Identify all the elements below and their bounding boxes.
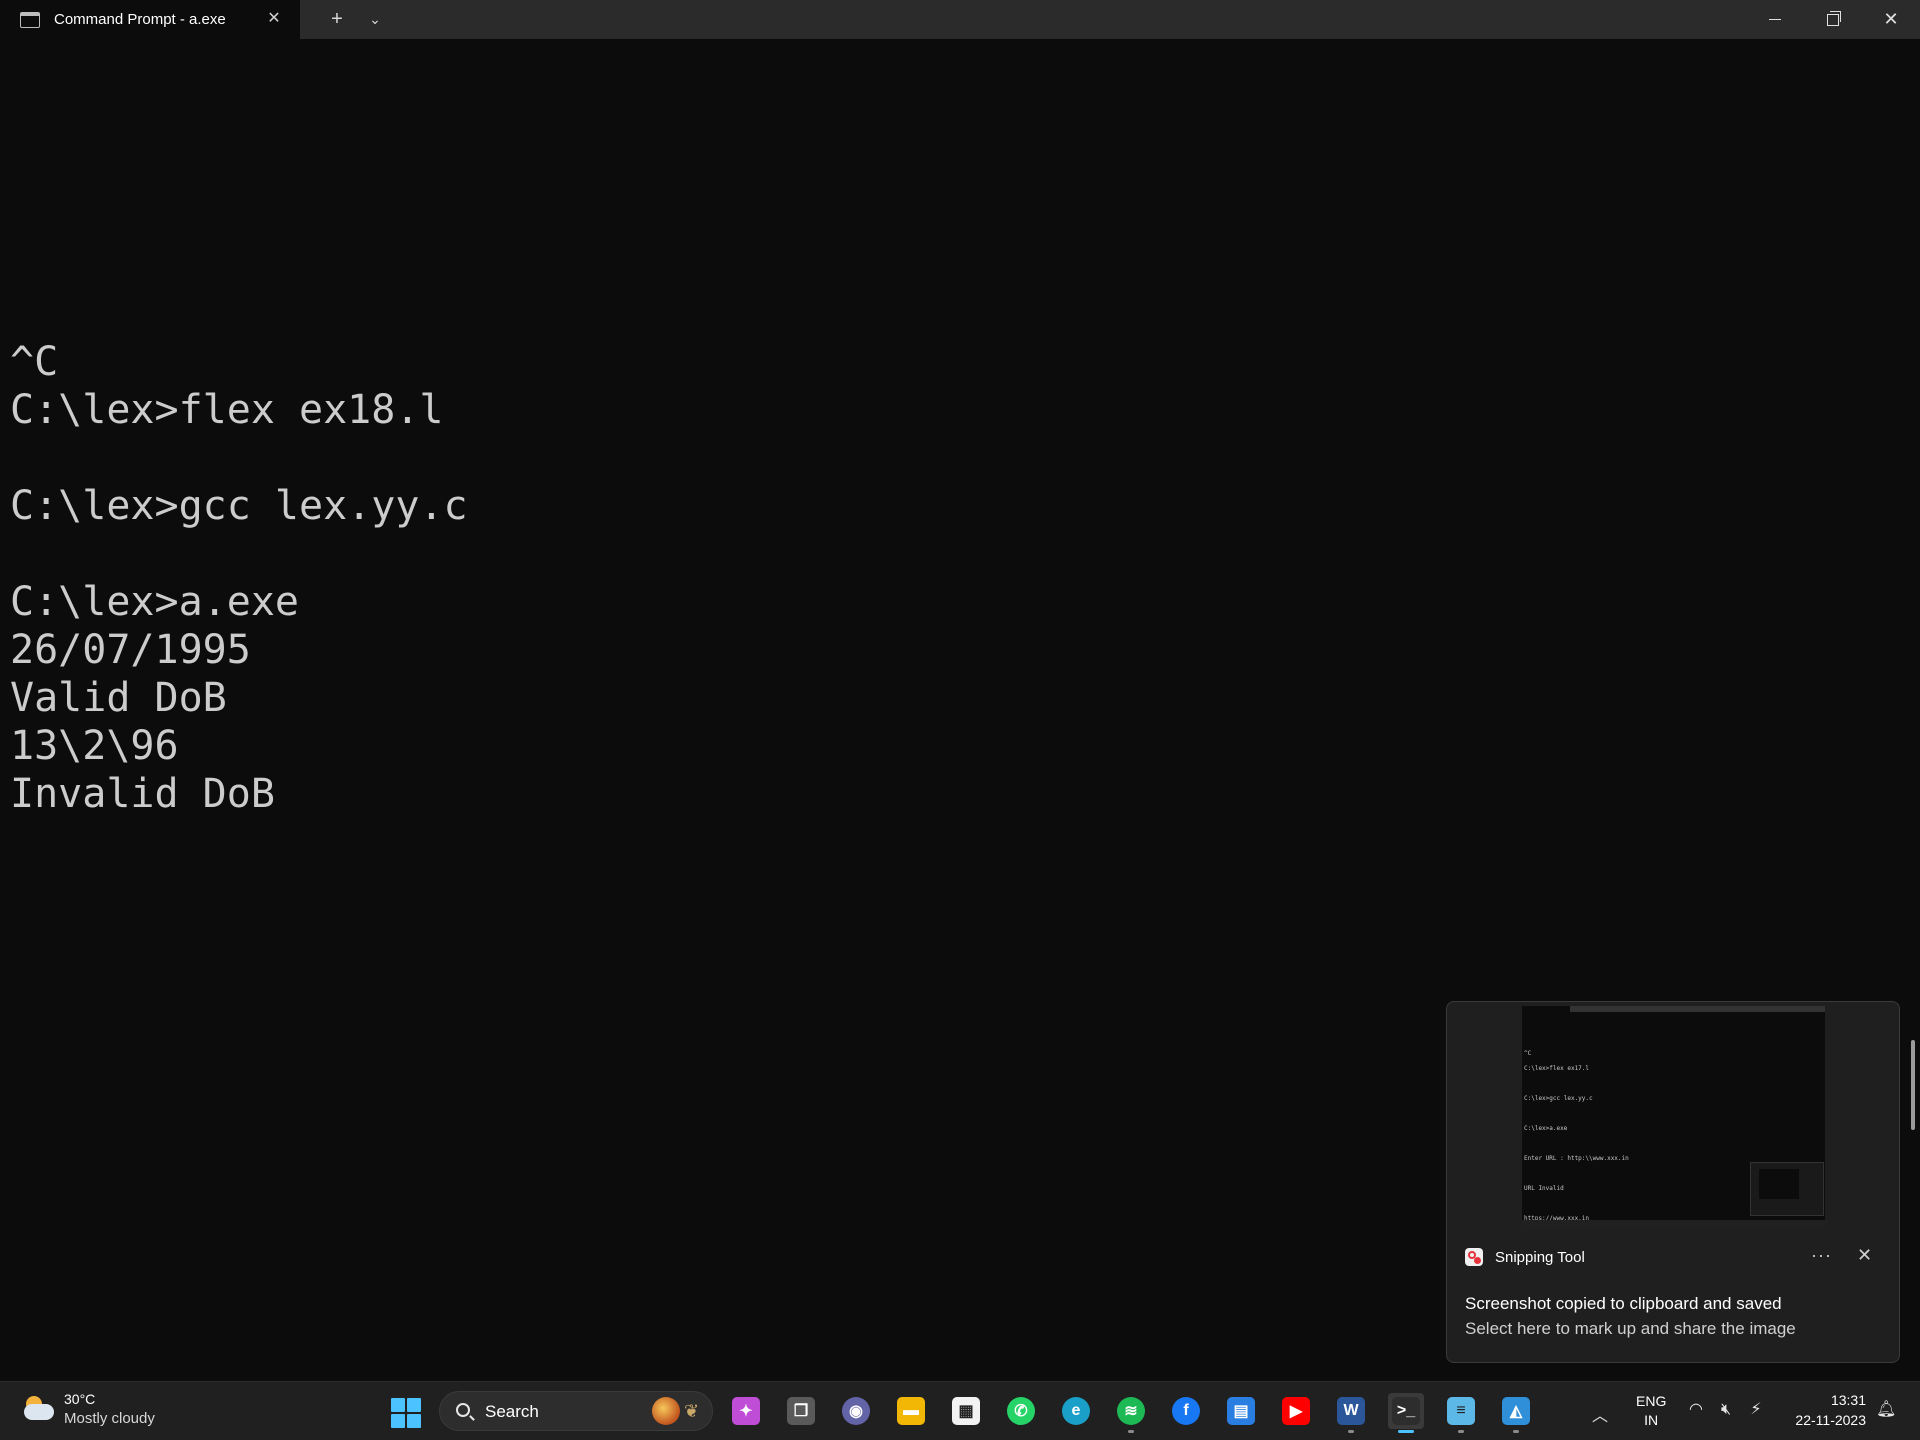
terminal-line: 26/07/1995	[10, 627, 251, 673]
tab-command-prompt[interactable]: Command Prompt - a.exe ✕	[0, 0, 300, 39]
tab-title: Command Prompt - a.exe	[54, 11, 226, 28]
taskbar-copilot-button[interactable]: ✦	[728, 1393, 764, 1429]
chevron-up-icon[interactable]: ︿	[1592, 1402, 1608, 1426]
taskbar-notepad-button[interactable]: ≡	[1443, 1393, 1479, 1429]
taskbar-file-explorer-button[interactable]: ▬	[893, 1393, 929, 1429]
clock-time: 13:31	[1830, 1392, 1866, 1408]
taskbar-photos-button[interactable]: ◭	[1498, 1393, 1534, 1429]
cloud-icon	[22, 1396, 54, 1422]
spotify-running-indicator	[1128, 1430, 1134, 1433]
search-box[interactable]: Search ❦	[439, 1391, 713, 1431]
windows-start-icon[interactable]	[391, 1398, 421, 1428]
language-indicator[interactable]: ENG IN	[1636, 1392, 1666, 1430]
taskbar-task-view-button[interactable]: ❐	[783, 1393, 819, 1429]
scrollbar[interactable]	[1911, 1040, 1915, 1130]
terminal-line: Invalid DoB	[10, 771, 275, 817]
notepad-running-indicator	[1458, 1430, 1464, 1433]
taskbar-word-button[interactable]: W	[1333, 1393, 1369, 1429]
weather-temperature: 30°C	[64, 1391, 96, 1407]
copilot-icon: ✦	[732, 1397, 760, 1425]
terminal-line: C:\lex>flex ex18.l	[10, 387, 444, 433]
terminal-line: C:\lex>gcc lex.yy.c	[10, 483, 468, 529]
clock-date: 22-11-2023	[1795, 1412, 1866, 1428]
more-options-icon[interactable]: ···	[1811, 1245, 1832, 1266]
terminal-line: C:\lex>a.exe	[10, 579, 299, 625]
search-highlight-icon	[652, 1397, 680, 1425]
file-explorer-icon: ▬	[897, 1397, 925, 1425]
taskbar-whatsapp-button[interactable]: ✆	[1003, 1393, 1039, 1429]
restore-icon[interactable]	[1804, 0, 1862, 39]
weather-widget[interactable]: 30°C Mostly cloudy	[22, 1390, 155, 1428]
weather-condition: Mostly cloudy	[64, 1410, 155, 1427]
thumbnail-inner-toast	[1750, 1162, 1824, 1216]
taskbar-news-button[interactable]: ▤	[1223, 1393, 1259, 1429]
edge-icon: e	[1062, 1397, 1090, 1425]
wifi-icon[interactable]: ◠	[1686, 1400, 1706, 1420]
close-icon[interactable]: ✕	[1862, 0, 1920, 39]
snipping-tool-icon	[1465, 1248, 1483, 1266]
taskbar-spotify-button[interactable]: ≋	[1113, 1393, 1149, 1429]
plus-icon[interactable]: +	[318, 0, 356, 39]
snipping-notification[interactable]: ^C C:\lex>flex ex17.l C:\lex>gcc lex.yy.…	[1446, 1001, 1900, 1363]
task-view-icon: ❐	[787, 1397, 815, 1425]
screenshot-thumbnail[interactable]: ^C C:\lex>flex ex17.l C:\lex>gcc lex.yy.…	[1522, 1006, 1825, 1230]
whatsapp-icon: ✆	[1007, 1397, 1035, 1425]
news-icon: ▤	[1227, 1397, 1255, 1425]
spotify-icon: ≋	[1117, 1397, 1145, 1425]
chevron-down-icon[interactable]: ⌄	[356, 0, 394, 39]
teams-chat-icon: ◉	[842, 1397, 870, 1425]
terminal-running-indicator	[1398, 1430, 1414, 1433]
terminal-line: ^C	[10, 339, 59, 385]
title-bar: Command Prompt - a.exe ✕ + ⌄	[0, 0, 1920, 39]
search-icon	[456, 1403, 470, 1417]
word-running-indicator	[1348, 1430, 1354, 1433]
taskbar-edge-button[interactable]: e	[1058, 1393, 1094, 1429]
speaker-muted-icon[interactable]: 🔇︎	[1716, 1400, 1736, 1420]
facebook-icon: f	[1172, 1397, 1200, 1425]
word-icon: W	[1337, 1397, 1365, 1425]
taskbar-microsoft-store-button[interactable]: ▦	[948, 1393, 984, 1429]
taskbar: 30°C Mostly cloudy Search ❦ ✦ ❐ ◉ ▬ ▦ ✆ e ≋ f ▤ ▶ W…	[0, 1381, 1920, 1440]
photos-icon: ◭	[1502, 1397, 1530, 1425]
terminal-line: 13\2\96	[10, 723, 179, 769]
language-code: ENG	[1636, 1393, 1667, 1409]
notification-title: Screenshot copied to clipboard and saved	[1465, 1294, 1782, 1313]
taskbar-facebook-button[interactable]: f	[1168, 1393, 1204, 1429]
terminal-tab-icon	[20, 11, 40, 28]
search-label: Search	[485, 1402, 539, 1421]
notepad-icon: ≡	[1447, 1397, 1475, 1425]
minimize-icon[interactable]	[1746, 0, 1804, 39]
notification-app-name: Snipping Tool	[1495, 1248, 1585, 1266]
terminal-icon: >_	[1392, 1397, 1420, 1425]
tab-close-icon[interactable]: ✕	[264, 9, 284, 29]
thumbnail-text: ^C C:\lex>flex ex17.l C:\lex>gcc lex.yy.…	[1524, 1050, 1629, 1222]
terminal-output[interactable]: ^C C:\lex>flex ex18.l C:\lex>gcc lex.yy.c C…	[10, 338, 1410, 818]
laurel-icon: ❦	[684, 1401, 700, 1421]
region-code: IN	[1644, 1412, 1659, 1428]
notification-bell-icon[interactable]: 🔔︎	[1876, 1400, 1896, 1420]
terminal-line: Valid DoB	[10, 675, 227, 721]
thumbnail-taskbar	[1522, 1220, 1825, 1230]
notification-close-icon[interactable]: ✕	[1857, 1245, 1872, 1266]
thumbnail-title-bar	[1522, 1006, 1825, 1012]
notification-body: Select here to mark up and share the ima…	[1465, 1319, 1796, 1338]
photos-running-indicator	[1513, 1430, 1519, 1433]
taskbar-terminal-button[interactable]: >_	[1388, 1393, 1424, 1429]
taskbar-teams-chat-button[interactable]: ◉	[838, 1393, 874, 1429]
youtube-icon: ▶	[1282, 1397, 1310, 1425]
microsoft-store-icon: ▦	[952, 1397, 980, 1425]
taskbar-youtube-button[interactable]: ▶	[1278, 1393, 1314, 1429]
battery-charging-icon[interactable]: ⚡︎	[1746, 1400, 1766, 1420]
clock[interactable]: 13:31 22-11-2023	[1786, 1390, 1866, 1430]
notification-app: Snipping Tool	[1465, 1248, 1585, 1266]
